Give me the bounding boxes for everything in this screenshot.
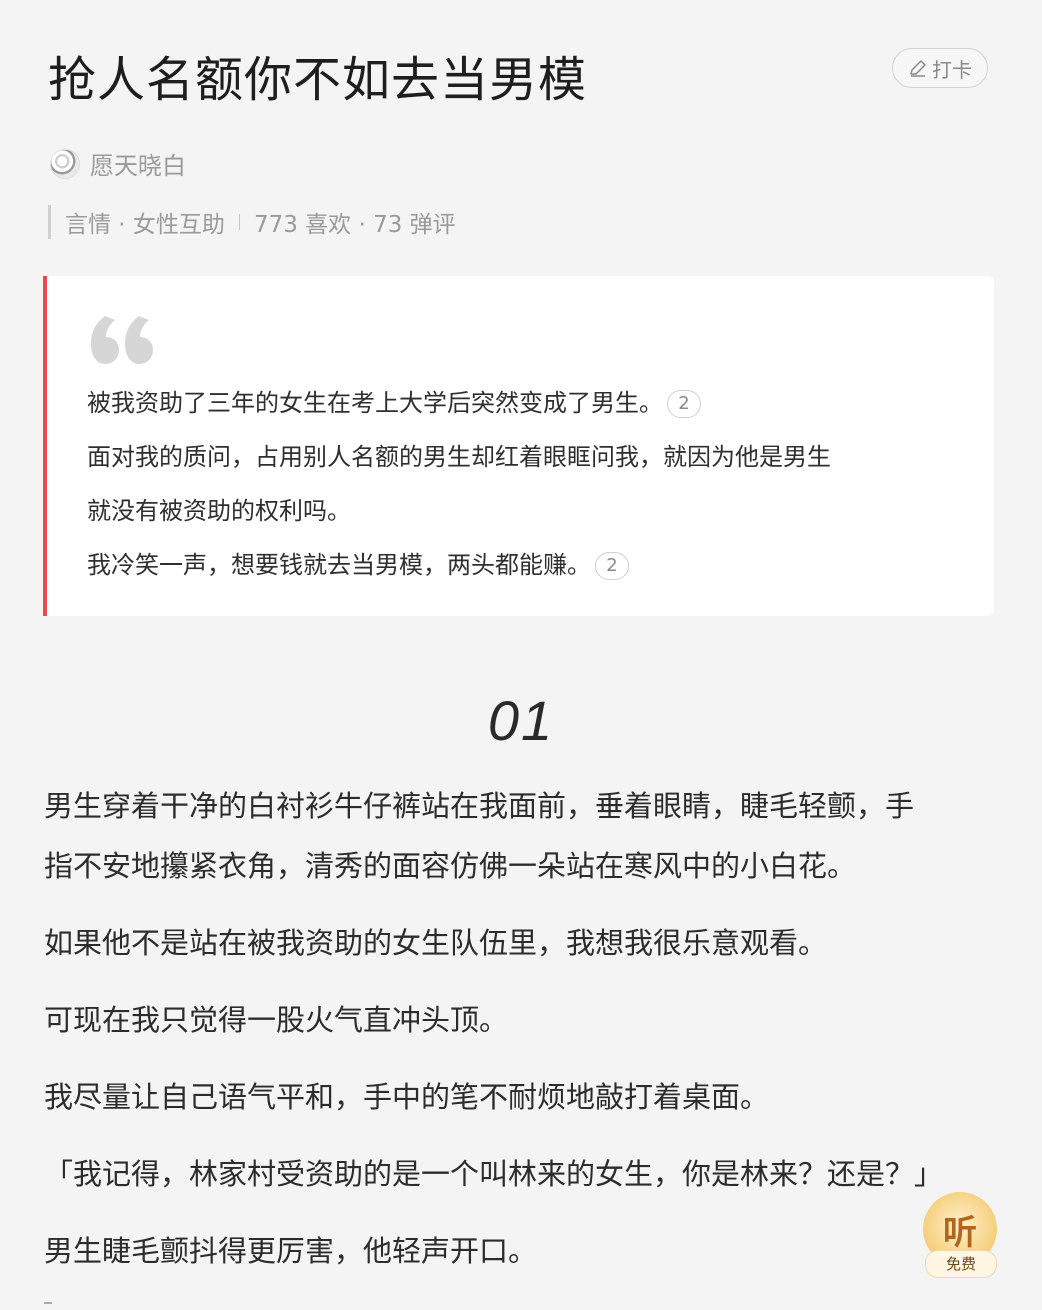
summary-line-text: 被我资助了三年的女生在考上大学后突然变成了男生。 bbox=[87, 389, 663, 417]
paragraph-line: 男生睫毛颤抖得更厉害，他轻声开口。 bbox=[44, 1234, 538, 1268]
comment-count-badge[interactable]: 2 bbox=[667, 390, 701, 418]
paragraph-line: 我尽量让自己语气平和，手中的笔不耐烦地敲打着桌面。 bbox=[44, 1080, 770, 1114]
listen-button[interactable]: 听 免费 bbox=[921, 1192, 999, 1278]
pen-icon bbox=[910, 60, 926, 77]
paragraph-line: 男生穿着干净的白衬衫牛仔裤站在我面前，垂着眼睛，睫毛轻颤，手 bbox=[44, 789, 915, 823]
paragraph-line: 可现在我只觉得一股火气直冲头顶。 bbox=[44, 1003, 509, 1037]
paragraph-line: 「我记得，林家村受资助的是一个叫林来的女生，你是林来？还是？」 bbox=[44, 1157, 944, 1191]
stats-label: 773 喜欢 · 73 弹评 bbox=[253, 212, 456, 238]
paragraph: 可现在我只觉得一股火气直冲头顶。 bbox=[44, 990, 1004, 1050]
story-meta: 言情 · 女性互助 773 喜欢 · 73 弹评 bbox=[48, 205, 456, 239]
summary-line: 被我资助了三年的女生在考上大学后突然变成了男生。 2 bbox=[87, 376, 967, 430]
free-badge: 免费 bbox=[925, 1250, 997, 1278]
paragraph-line: 指不安地攥紧衣角，清秀的面容仿佛一朵站在寒风中的小白花。 bbox=[44, 849, 857, 883]
paragraph: 如果他不是站在被我资助的女生队伍里，我想我很乐意观看。 bbox=[44, 913, 1004, 973]
summary-text: 被我资助了三年的女生在考上大学后突然变成了男生。 2 面对我的质问，占用别人名额的男… bbox=[87, 376, 967, 592]
page-title: 抢人名额你不如去当男模 bbox=[48, 52, 588, 108]
summary-card: 被我资助了三年的女生在考上大学后突然变成了男生。 2 面对我的质问，占用别人名额的男… bbox=[43, 276, 994, 616]
summary-line-text: 就没有被资助的权利吗。 bbox=[87, 497, 351, 525]
paragraph-line: 如果他不是站在被我资助的女生队伍里，我想我很乐意观看。 bbox=[44, 926, 828, 960]
checkin-label: 打卡 bbox=[932, 57, 972, 82]
author-row[interactable]: 愿天晓白 bbox=[50, 146, 186, 181]
summary-line-text: 面对我的质问，占用别人名额的男生却红着眼眶问我，就因为他是男生 bbox=[87, 443, 831, 471]
divider bbox=[44, 1302, 52, 1304]
meta-divider bbox=[238, 214, 240, 230]
story-body: 男生穿着干净的白衬衫牛仔裤站在我面前，垂着眼睛，睫毛轻颤，手 指不安地攥紧衣角，清… bbox=[44, 776, 1004, 1298]
author-name[interactable]: 愿天晓白 bbox=[90, 146, 186, 181]
summary-line-text: 我冷笑一声，想要钱就去当男模，两头都能赚。 bbox=[87, 551, 591, 579]
summary-line: 面对我的质问，占用别人名额的男生却红着眼眶问我，就因为他是男生 bbox=[87, 430, 967, 484]
summary-line: 我冷笑一声，想要钱就去当男模，两头都能赚。 2 bbox=[87, 538, 967, 592]
chapter-number: 01 bbox=[487, 689, 555, 752]
paragraph: 我尽量让自己语气平和，手中的笔不耐烦地敲打着桌面。 bbox=[44, 1067, 1004, 1127]
comment-count-badge[interactable]: 2 bbox=[595, 552, 629, 580]
category-label[interactable]: 言情 · 女性互助 bbox=[65, 205, 225, 239]
avatar[interactable] bbox=[50, 148, 80, 179]
quote-icon bbox=[91, 316, 153, 364]
paragraph: 男生穿着干净的白衬衫牛仔裤站在我面前，垂着眼睛，睫毛轻颤，手 指不安地攥紧衣角，清… bbox=[44, 776, 1004, 896]
checkin-button[interactable]: 打卡 bbox=[892, 48, 988, 88]
paragraph: 「我记得，林家村受资助的是一个叫林来的女生，你是林来？还是？」 bbox=[44, 1144, 1004, 1204]
summary-line: 就没有被资助的权利吗。 bbox=[87, 484, 967, 538]
paragraph: 男生睫毛颤抖得更厉害，他轻声开口。 bbox=[44, 1221, 1004, 1281]
